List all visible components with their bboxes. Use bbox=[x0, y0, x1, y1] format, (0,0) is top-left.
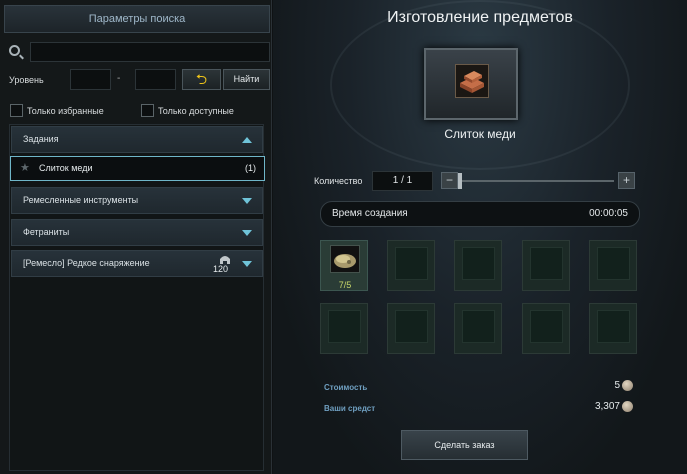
search-panel-title: Параметры поиска bbox=[4, 5, 270, 33]
category-label: [Ремесло] Редкое снаряжение bbox=[23, 258, 150, 268]
chevron-down-icon bbox=[242, 261, 252, 267]
empty-slot bbox=[597, 310, 630, 343]
level-requirement: 120 bbox=[213, 264, 229, 274]
find-button[interactable]: Найти bbox=[223, 69, 270, 90]
search-panel: Параметры поиска Уровень - ⮌ Найти Тольк… bbox=[0, 0, 272, 474]
coin-icon bbox=[622, 401, 633, 412]
level-separator: - bbox=[117, 73, 121, 84]
category-label: Задания bbox=[23, 134, 59, 144]
material-slot[interactable] bbox=[320, 303, 368, 354]
product-name: Слиток меди bbox=[444, 127, 516, 141]
empty-slot bbox=[462, 247, 495, 280]
quantity-slider[interactable] bbox=[460, 180, 614, 182]
craft-time-label: Время создания bbox=[332, 208, 408, 219]
empty-slot bbox=[395, 310, 428, 343]
empty-slot bbox=[530, 310, 563, 343]
chevron-up-icon bbox=[242, 137, 252, 143]
material-slot[interactable] bbox=[589, 303, 637, 354]
material-slot[interactable] bbox=[454, 240, 502, 291]
only-available-checkbox[interactable]: Только доступные bbox=[141, 104, 266, 118]
quantity-increase-button[interactable]: + bbox=[618, 172, 635, 189]
only-available-label: Только доступные bbox=[158, 106, 234, 116]
category-crafting-tools[interactable]: Ремесленные инструменты bbox=[11, 187, 263, 214]
material-slot[interactable] bbox=[522, 240, 570, 291]
category-tasks[interactable]: Задания bbox=[11, 126, 263, 153]
material-slot[interactable]: 7/5 bbox=[320, 240, 368, 291]
cost-label: Стоимость bbox=[324, 383, 368, 392]
empty-slot bbox=[462, 310, 495, 343]
category-rare-gear[interactable]: [Ремесло] Редкое снаряжение 120 bbox=[11, 250, 263, 277]
material-slot[interactable] bbox=[589, 240, 637, 291]
search-icon bbox=[9, 45, 20, 56]
empty-slot bbox=[530, 247, 563, 280]
item-count: (1) bbox=[245, 163, 256, 173]
quantity-label: Количество bbox=[314, 176, 363, 186]
minus-icon: − bbox=[445, 173, 453, 187]
funds-label: Ваши средст bbox=[324, 404, 376, 413]
cost-value: 5 bbox=[614, 380, 620, 391]
crafting-panel: Изготовление предметов Слиток меди Колич… bbox=[273, 0, 687, 474]
plus-icon: + bbox=[622, 173, 630, 187]
chevron-down-icon bbox=[242, 198, 252, 204]
product-frame bbox=[424, 48, 518, 120]
material-slot[interactable] bbox=[387, 303, 435, 354]
copper-ingot-icon[interactable] bbox=[455, 64, 489, 98]
material-slot[interactable] bbox=[522, 303, 570, 354]
funds-value: 3,307 bbox=[594, 401, 620, 412]
place-order-button[interactable]: Сделать заказ bbox=[401, 430, 528, 460]
only-favorites-label: Только избранные bbox=[27, 106, 104, 116]
craft-time-bar: Время создания 00:00:05 bbox=[320, 201, 640, 227]
craft-time-value: 00:00:05 bbox=[589, 208, 628, 219]
recipe-list: Задания ★ Слиток меди (1) Ремесленные ин… bbox=[9, 124, 265, 471]
reset-button[interactable]: ⮌ bbox=[182, 69, 221, 90]
category-label: Ремесленные инструменты bbox=[23, 195, 139, 205]
list-item-copper-ingot[interactable]: ★ Слиток меди (1) bbox=[10, 156, 265, 181]
item-name: Слиток меди bbox=[39, 163, 93, 173]
material-count: 7/5 bbox=[338, 280, 352, 290]
material-slot[interactable] bbox=[387, 240, 435, 291]
checkbox-box bbox=[10, 104, 23, 117]
level-label: Уровень bbox=[9, 75, 44, 85]
only-favorites-checkbox[interactable]: Только избранные bbox=[10, 104, 130, 118]
material-slot[interactable] bbox=[454, 303, 502, 354]
quantity-input[interactable]: 1 / 1 bbox=[372, 171, 433, 191]
page-title: Изготовление предметов bbox=[387, 9, 573, 26]
category-label: Фетраниты bbox=[23, 227, 70, 237]
reset-icon: ⮌ bbox=[195, 71, 208, 87]
coin-icon bbox=[622, 380, 633, 391]
ore-icon bbox=[330, 245, 360, 273]
checkbox-box bbox=[141, 104, 154, 117]
chevron-down-icon bbox=[242, 230, 252, 236]
search-row bbox=[6, 42, 270, 62]
level-max-input[interactable] bbox=[135, 69, 176, 90]
empty-slot bbox=[328, 310, 361, 343]
level-min-input[interactable] bbox=[70, 69, 111, 90]
quantity-decrease-button[interactable]: − bbox=[441, 172, 458, 189]
search-input[interactable] bbox=[30, 42, 270, 62]
star-icon[interactable]: ★ bbox=[20, 157, 30, 180]
category-phetranites[interactable]: Фетраниты bbox=[11, 219, 263, 246]
empty-slot bbox=[597, 247, 630, 280]
empty-slot bbox=[395, 247, 428, 280]
quantity-slider-handle[interactable] bbox=[458, 173, 462, 189]
